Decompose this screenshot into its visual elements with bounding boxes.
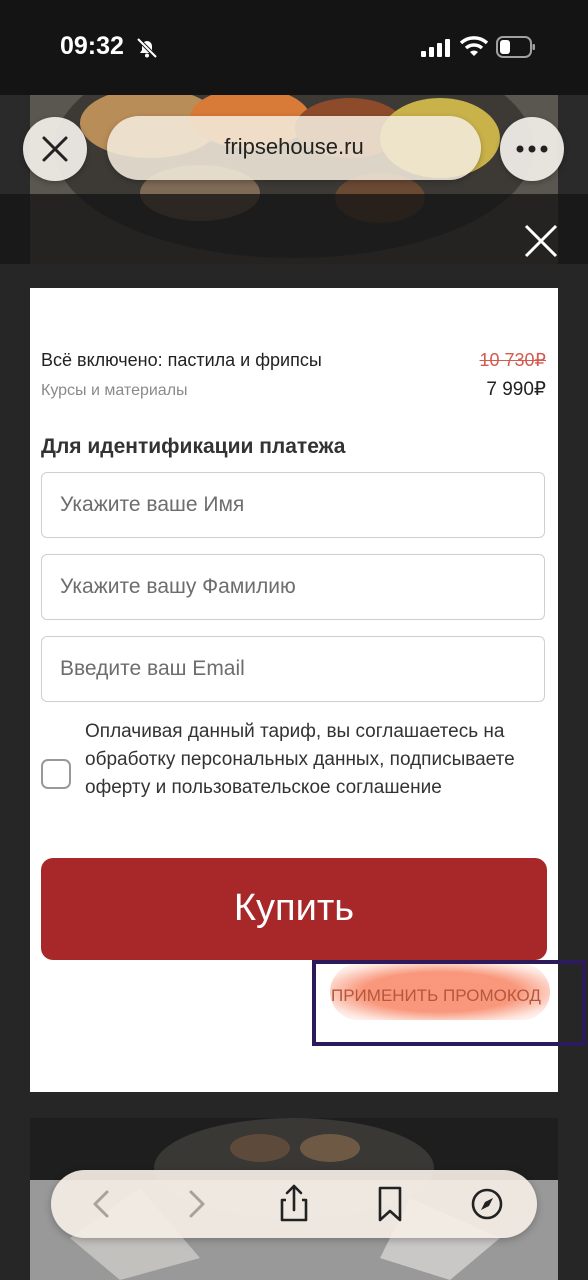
status-bar: 09:32 xyxy=(0,0,588,95)
product-subtitle: Курсы и материалы xyxy=(41,382,188,399)
form-title: Для идентификации платежа xyxy=(41,435,346,458)
compass-button[interactable] xyxy=(457,1170,517,1238)
close-icon xyxy=(42,136,68,162)
buy-button[interactable]: Купить xyxy=(41,858,547,960)
hero-image xyxy=(0,78,588,288)
more-icon xyxy=(516,145,548,153)
back-button[interactable] xyxy=(71,1170,131,1238)
first-name-input[interactable] xyxy=(41,472,545,538)
browser-toolbar xyxy=(51,1170,537,1238)
last-name-input[interactable] xyxy=(41,554,545,620)
consent-text: Оплачивая данный тариф, вы соглашаетесь … xyxy=(85,721,515,798)
back-icon xyxy=(93,1190,109,1218)
forward-button[interactable] xyxy=(167,1170,227,1238)
address-bar[interactable]: fripsehouse.ru xyxy=(107,116,481,180)
close-tab-button[interactable] xyxy=(23,117,87,181)
status-time: 09:32 xyxy=(60,32,124,60)
share-button[interactable] xyxy=(264,1170,324,1238)
email-input[interactable] xyxy=(41,636,545,702)
new-price: 7 990₽ xyxy=(486,379,546,400)
wifi-icon xyxy=(460,36,488,56)
forward-icon xyxy=(189,1190,205,1218)
share-icon xyxy=(280,1184,308,1222)
consent-checkbox[interactable] xyxy=(41,759,71,789)
battery-icon xyxy=(496,36,535,58)
hero-photo xyxy=(0,78,588,288)
more-button[interactable] xyxy=(500,117,564,181)
signal-icon xyxy=(421,39,450,57)
product-name: Всё включено: пастила и фрипсы xyxy=(41,350,322,370)
bell-off-icon xyxy=(136,38,158,58)
old-price: 10 730₽ xyxy=(479,350,546,370)
bookmarks-button[interactable] xyxy=(360,1170,420,1238)
url-text: fripsehouse.ru xyxy=(224,134,364,159)
bookmarks-icon xyxy=(378,1186,402,1222)
modal-close-icon[interactable] xyxy=(518,218,564,264)
annotation-box xyxy=(312,960,586,1046)
compass-icon xyxy=(471,1188,503,1220)
buy-button-label: Купить xyxy=(233,887,355,929)
